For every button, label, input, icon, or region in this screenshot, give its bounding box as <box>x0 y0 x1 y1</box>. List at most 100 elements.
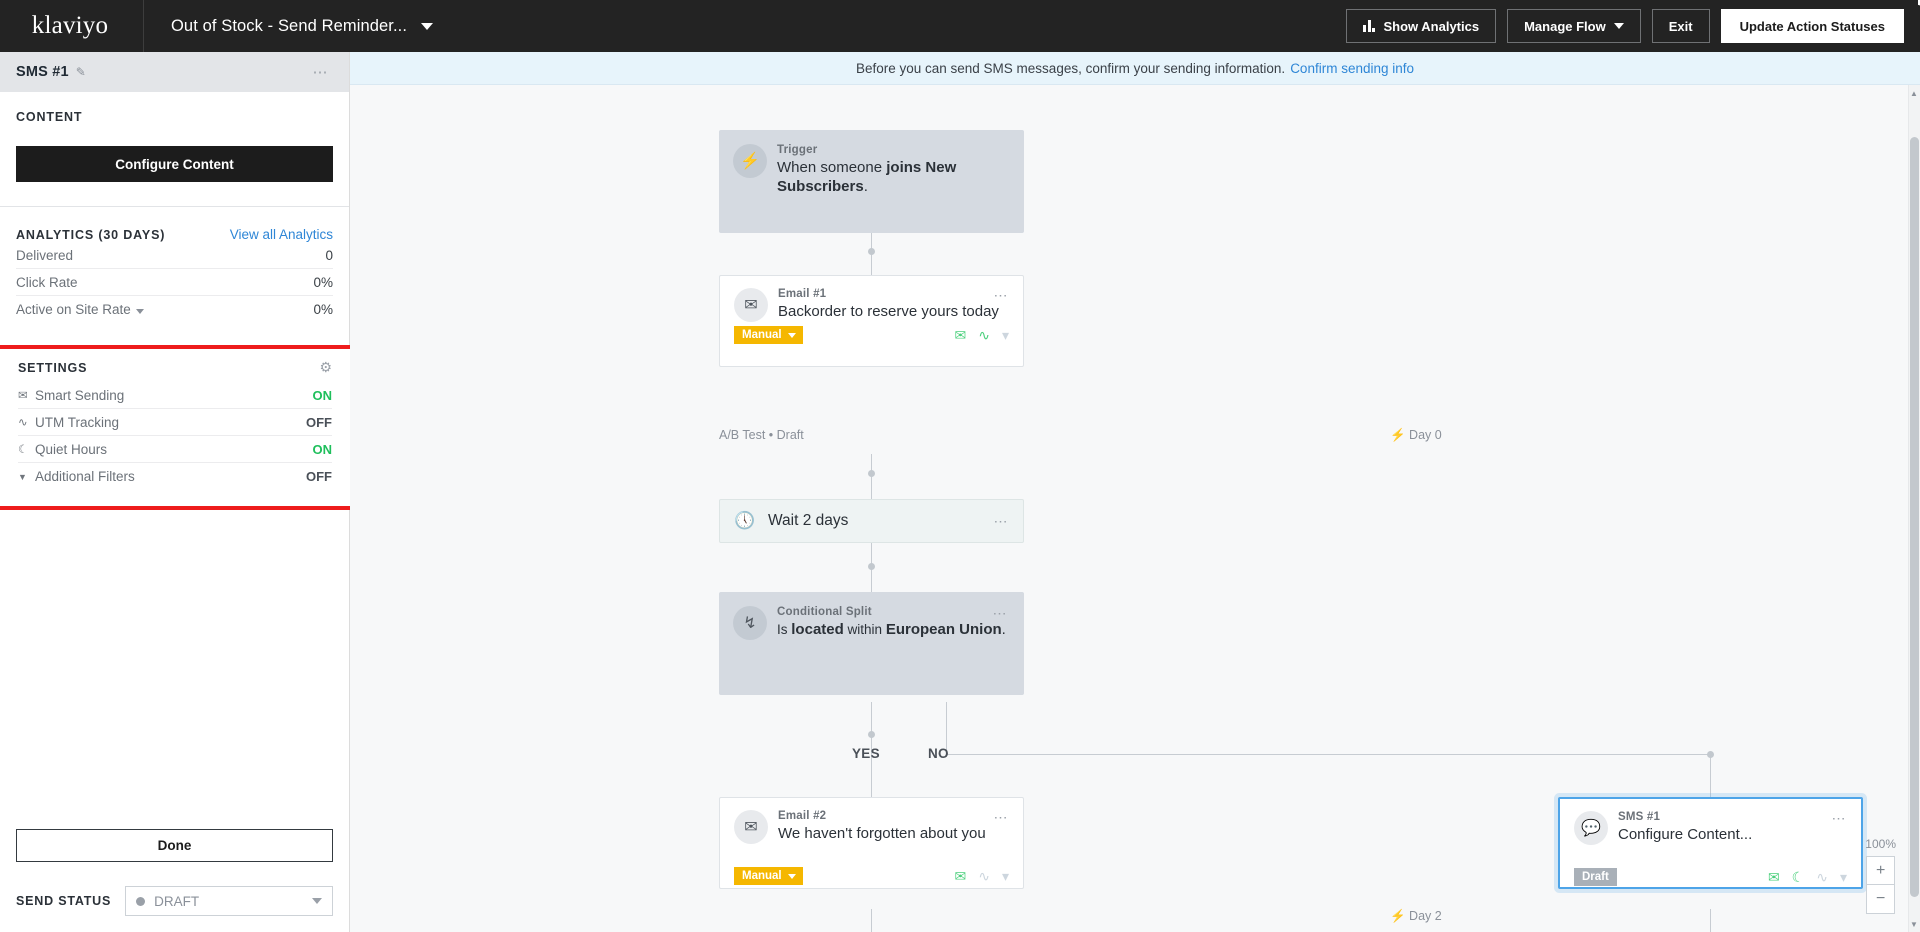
utm-tracking-icon: ∿ <box>18 417 28 429</box>
node-kicker: Email #2 <box>778 810 827 822</box>
canvas-scrollbar-thumb[interactable] <box>1910 137 1919 897</box>
exit-button[interactable]: Exit <box>1651 9 1710 43</box>
klaviyo-flow-builder: klaviyo Out of Stock - Send Reminder... … <box>0 0 1920 932</box>
lightning-bolt-icon: ⚡ <box>733 144 767 178</box>
smart-sending-icon[interactable]: ✉ <box>955 327 967 344</box>
klaviyo-logo[interactable]: klaviyo <box>0 0 1920 52</box>
manage-flow-label: Manage Flow <box>1524 18 1606 34</box>
settings-section-label: SETTINGS <box>18 360 88 375</box>
quiet-hours-icon[interactable]: ☾ <box>1792 869 1805 886</box>
quiet-hours-icon: ☾ <box>18 444 29 456</box>
zoom-out-button[interactable]: − <box>1866 885 1896 914</box>
node-overflow-menu-icon[interactable]: ⋯ <box>994 514 1010 528</box>
top-bar-actions: Show Analytics Manage Flow Exit Update A… <box>1346 9 1920 43</box>
sms-sending-info-banner: Before you can send SMS messages, confir… <box>350 52 1920 85</box>
connector-sms1-to-exit <box>1710 909 1711 932</box>
zoom-in-button[interactable]: + <box>1866 856 1896 885</box>
sms-1-subject: Configure Content... <box>1618 826 1753 843</box>
node-sms-1[interactable]: 💬 SMS #1 ⋯ Configure Content... Draft ✉ … <box>1558 797 1863 889</box>
additional-filters-icon[interactable]: ▾ <box>1002 327 1009 344</box>
branch-label-yes: YES <box>852 746 880 761</box>
node-kicker: Email #1 <box>778 288 827 300</box>
email-1-status-icons: ✉ ∿ ▾ <box>955 327 1010 344</box>
additional-filters-icon[interactable]: ▾ <box>1840 869 1847 886</box>
setting-label: Smart Sending <box>35 387 125 403</box>
content-section-label: CONTENT <box>16 110 83 124</box>
scroll-up-arrow-icon[interactable]: ▲ <box>1909 89 1919 98</box>
zoom-controls: 100% + − <box>1865 837 1896 914</box>
show-analytics-label: Show Analytics <box>1383 18 1480 34</box>
branch-label-no: NO <box>928 746 949 761</box>
envelope-icon: ✉ <box>734 288 768 322</box>
clock-icon: 🕔 <box>734 511 756 530</box>
additional-filters-icon: ▼ <box>18 471 27 482</box>
send-status-value: DRAFT <box>154 893 200 909</box>
confirm-sending-info-link[interactable]: Confirm sending info <box>1290 61 1414 76</box>
flow-canvas: Before you can send SMS messages, confir… <box>350 52 1920 932</box>
email-2-meta-right: ⚡ Day 2 <box>1390 909 1442 923</box>
view-all-analytics-link[interactable]: View all Analytics <box>230 227 333 242</box>
node-trigger[interactable]: ⚡ Trigger When someone joins New Subscri… <box>719 130 1024 233</box>
utm-tracking-icon[interactable]: ∿ <box>978 868 990 885</box>
envelope-icon: ✉ <box>734 810 768 844</box>
sidebar-title: SMS #1 <box>16 64 69 80</box>
done-button[interactable]: Done <box>16 829 333 862</box>
smart-sending-icon[interactable]: ✉ <box>955 868 967 885</box>
gear-icon[interactable]: ⚙ <box>319 359 332 376</box>
connector-joint <box>868 248 875 255</box>
setting-value: OFF <box>306 414 332 430</box>
bar-chart-icon <box>1363 20 1376 32</box>
setting-row-utm-tracking[interactable]: ∿ UTM Tracking OFF <box>18 409 332 436</box>
canvas-scrollbar-track[interactable]: ▲ ▼ <box>1908 85 1920 932</box>
node-overflow-menu-icon[interactable]: ⋯ <box>994 810 1010 824</box>
flow-graph: ⚡ Trigger When someone joins New Subscri… <box>350 85 1920 932</box>
sidebar-overflow-menu-icon[interactable]: ⋯ <box>313 65 330 80</box>
manage-flow-button[interactable]: Manage Flow <box>1507 9 1641 43</box>
setting-row-smart-sending[interactable]: ✉ Smart Sending ON <box>18 382 332 409</box>
metric-row-selectable[interactable]: Active on Site Rate 0% <box>16 296 333 323</box>
analytics-section: ANALYTICS (30 DAYS) View all Analytics D… <box>0 207 349 323</box>
zoom-percent-label: 100% <box>1865 837 1896 851</box>
email-1-manual-badge[interactable]: Manual <box>734 326 803 344</box>
setting-value: OFF <box>306 469 332 484</box>
update-action-statuses-button[interactable]: Update Action Statuses <box>1720 9 1904 43</box>
edit-pencil-icon[interactable]: ✎ <box>76 65 86 79</box>
setting-row-quiet-hours[interactable]: ☾ Quiet Hours ON <box>18 436 332 463</box>
split-branch-icon: ↯ <box>733 606 767 640</box>
connector-email1-to-wait <box>871 454 872 500</box>
smart-sending-icon[interactable]: ✉ <box>1768 869 1780 886</box>
connector-no-branch-horizontal <box>946 754 1711 755</box>
utm-tracking-icon[interactable]: ∿ <box>978 327 990 344</box>
scroll-down-arrow-icon[interactable]: ▼ <box>1909 920 1919 929</box>
sms-1-status-icons: ✉ ☾ ∿ ▾ <box>1768 869 1847 886</box>
connector-joint <box>1707 751 1714 758</box>
chat-bubble-icon: 💬 <box>1574 811 1608 845</box>
sidebar-header: SMS #1 ✎ ⋯ <box>0 52 349 92</box>
trigger-description: When someone joins New Subscribers. <box>777 159 957 196</box>
setting-row-additional-filters[interactable]: ▼ Additional Filters OFF <box>18 463 332 490</box>
banner-text: Before you can send SMS messages, confir… <box>855 60 1286 76</box>
show-analytics-button[interactable]: Show Analytics <box>1346 9 1497 43</box>
metric-value: 0 <box>325 247 333 263</box>
settings-section-highlighted: SETTINGS ⚙ ✉ Smart Sending ON ∿ UTM Trac… <box>0 345 354 510</box>
wait-label: Wait 2 days <box>768 512 849 529</box>
node-overflow-menu-icon[interactable]: ⋯ <box>993 606 1009 620</box>
email-1-subject: Backorder to reserve yours today <box>778 303 999 320</box>
setting-label: Additional Filters <box>35 469 135 484</box>
additional-filters-icon[interactable]: ▾ <box>1002 868 1009 885</box>
utm-tracking-icon[interactable]: ∿ <box>1816 869 1828 886</box>
metric-label-dropdown[interactable]: Active on Site Rate <box>16 302 144 317</box>
configure-content-button[interactable]: Configure Content <box>16 146 333 182</box>
node-kicker: Trigger <box>777 144 818 156</box>
node-email-1[interactable]: ✉ Email #1 ⋯ Backorder to reserve yours … <box>719 275 1024 367</box>
node-wait[interactable]: 🕔 Wait 2 days ⋯ <box>719 499 1024 543</box>
setting-label: Quiet Hours <box>35 441 108 457</box>
send-status-select[interactable]: DRAFT <box>125 886 333 916</box>
flow-title-dropdown[interactable]: Out of Stock - Send Reminder... <box>171 17 434 36</box>
email-2-manual-badge[interactable]: Manual <box>734 867 803 885</box>
status-dot-icon <box>136 896 146 906</box>
node-conditional-split[interactable]: ↯ Conditional Split ⋯ Is located within … <box>719 592 1024 695</box>
node-overflow-menu-icon[interactable]: ⋯ <box>994 288 1010 302</box>
node-overflow-menu-icon[interactable]: ⋯ <box>1832 811 1848 825</box>
node-email-2[interactable]: ✉ Email #2 ⋯ We haven't forgotten about … <box>719 797 1024 889</box>
